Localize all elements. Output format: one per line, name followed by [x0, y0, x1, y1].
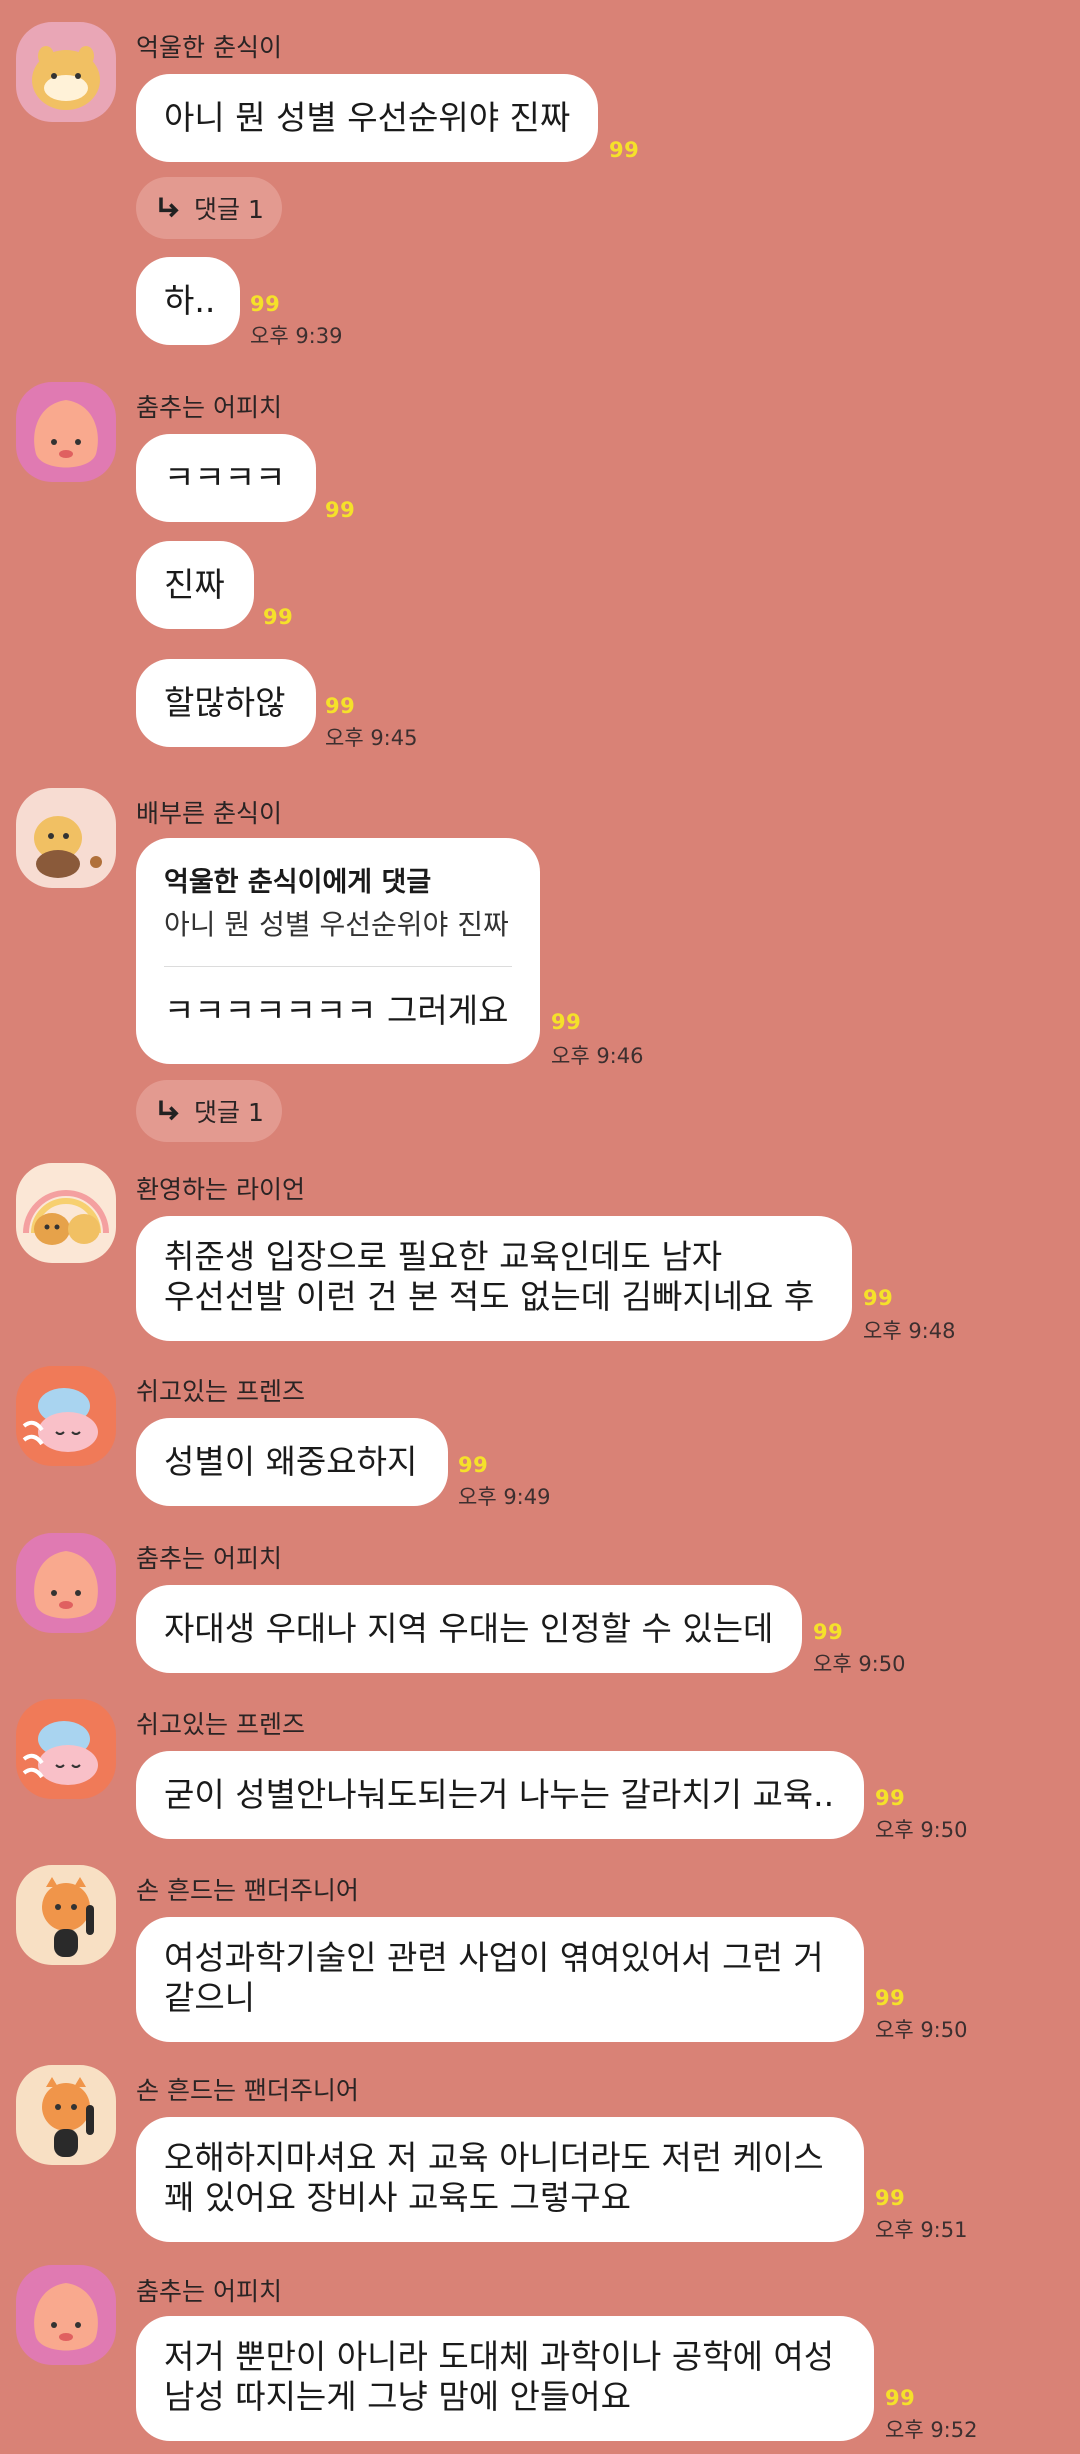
unread-count: 99 [875, 1986, 906, 2010]
choonsik-eating-avatar[interactable] [16, 788, 116, 888]
reply-arrow-icon [159, 1100, 179, 1121]
message-bubble[interactable]: 진짜 [136, 541, 254, 629]
message-time: 오후 9:48 [863, 1319, 956, 1343]
thread-count: 댓글 1 [194, 1098, 264, 1127]
message-time: 오후 9:46 [551, 1044, 644, 1068]
sender-name: 손 흔드는 팬더주니어 [136, 1876, 359, 1905]
apeach-avatar[interactable] [16, 382, 116, 482]
sender-name: 배부른 춘식이 [136, 799, 282, 828]
message-line: 저거 뿐만이 아니라 도대체 과학이나 공학에 여성 [164, 2337, 835, 2376]
sender-name: 춤추는 어피치 [136, 393, 282, 422]
apeach-avatar[interactable] [16, 1533, 116, 1633]
panda-junior-avatar[interactable] [16, 1865, 116, 1965]
message-bubble[interactable]: 성별이 왜중요하지 [136, 1418, 448, 1506]
message-line: 오해하지마셔요 저 교육 아니더라도 저런 케이스 [164, 2138, 824, 2177]
message-line: 우선선발 이런 건 본 적도 없는데 김빠지네요 후 [164, 1277, 815, 1316]
message-text: 굳이 성별안나눠도되는거 나누는 갈라치기 교육.. [164, 1775, 835, 1814]
message-text: 할많하않 [164, 683, 286, 722]
message-text: ㅋㅋㅋㅋㅋㅋㅋ 그러게요 [164, 991, 509, 1030]
message-line: 같으니 [164, 1978, 256, 2017]
message-bubble[interactable]: 여성과학기술인 관련 사업이 엮여있어서 그런 거 같으니 [136, 1917, 864, 2042]
message-bubble[interactable]: 오해하지마셔요 저 교육 아니더라도 저런 케이스 꽤 있어요 장비사 교육도 … [136, 2117, 864, 2242]
unread-count: 99 [863, 1286, 894, 1310]
unread-count: 99 [551, 1010, 582, 1034]
resting-friends-avatar[interactable] [16, 1699, 116, 1799]
choonsik-avatar[interactable] [16, 22, 116, 122]
message-bubble[interactable]: 아니 뭔 성별 우선순위야 진짜 [136, 74, 598, 162]
panda-junior-avatar[interactable] [16, 2065, 116, 2165]
unread-count: 99 [885, 2386, 916, 2410]
message-text: ㅋㅋㅋㅋ [164, 458, 286, 497]
thread-reply-button[interactable]: 댓글 1 [136, 177, 282, 239]
message-text: 자대생 우대나 지역 우대는 인정할 수 있는데 [164, 1609, 774, 1648]
reply-divider [164, 966, 512, 967]
sender-name: 춤추는 어피치 [136, 1544, 282, 1573]
message-line: 취준생 입장으로 필요한 교육인데도 남자 [164, 1237, 723, 1276]
message-text: 진짜 [164, 565, 225, 604]
message-bubble[interactable]: ㅋㅋㅋㅋ [136, 434, 316, 522]
thread-count: 댓글 1 [194, 195, 264, 224]
unread-count: 99 [458, 1453, 489, 1477]
reply-bubble[interactable]: 억울한 춘식이에게 댓글 아니 뭔 성별 우선순위야 진짜 ㅋㅋㅋㅋㅋㅋㅋ 그러… [136, 838, 540, 1064]
unread-count: 99 [875, 1786, 906, 1810]
message-bubble[interactable]: 저거 뿐만이 아니라 도대체 과학이나 공학에 여성 남성 따지는게 그냥 맘에… [136, 2316, 874, 2441]
sender-name: 억울한 춘식이 [136, 33, 282, 62]
message-time: 오후 9:50 [875, 2018, 968, 2042]
message-bubble[interactable]: 하.. [136, 257, 240, 345]
unread-count: 99 [875, 2186, 906, 2210]
message-text: 성별이 왜중요하지 [164, 1442, 418, 1481]
reply-title: 억울한 춘식이에게 댓글 [164, 867, 432, 898]
message-text: 아니 뭔 성별 우선순위야 진짜 [164, 98, 571, 137]
message-bubble[interactable]: 자대생 우대나 지역 우대는 인정할 수 있는데 [136, 1585, 802, 1673]
thread-reply-button[interactable]: 댓글 1 [136, 1080, 282, 1142]
sender-name: 쉬고있는 프렌즈 [136, 1377, 305, 1406]
message-time: 오후 9:45 [325, 726, 418, 750]
message-line: 여성과학기술인 관련 사업이 엮여있어서 그런 거 [164, 1938, 824, 1977]
sender-name: 손 흔드는 팬더주니어 [136, 2076, 359, 2105]
sender-name: 춤추는 어피치 [136, 2277, 282, 2306]
ryan-avatar[interactable] [16, 1163, 116, 1263]
unread-count: 99 [813, 1620, 844, 1644]
resting-friends-avatar[interactable] [16, 1366, 116, 1466]
message-time: 오후 9:50 [875, 1818, 968, 1842]
unread-count: 99 [250, 292, 281, 316]
message-time: 오후 9:50 [813, 1652, 906, 1676]
message-time: 오후 9:39 [250, 324, 343, 348]
unread-count: 99 [263, 605, 294, 629]
message-time: 오후 9:49 [458, 1485, 551, 1509]
message-time: 오후 9:51 [875, 2218, 968, 2242]
message-bubble[interactable]: 할많하않 [136, 659, 316, 747]
unread-count: 99 [609, 138, 640, 162]
message-bubble[interactable]: 취준생 입장으로 필요한 교육인데도 남자 우선선발 이런 건 본 적도 없는데… [136, 1216, 852, 1341]
message-text: 하.. [164, 281, 216, 320]
unread-count: 99 [325, 694, 356, 718]
unread-count: 99 [325, 498, 356, 522]
message-bubble[interactable]: 굳이 성별안나눠도되는거 나누는 갈라치기 교육.. [136, 1751, 864, 1839]
message-line: 꽤 있어요 장비사 교육도 그렇구요 [164, 2178, 631, 2217]
reply-arrow-icon [159, 197, 179, 218]
reply-quote: 아니 뭔 성별 우선순위야 진짜 [164, 908, 509, 941]
sender-name: 환영하는 라이언 [136, 1175, 305, 1204]
apeach-avatar[interactable] [16, 2265, 116, 2365]
message-time: 오후 9:52 [885, 2418, 978, 2442]
message-line: 남성 따지는게 그냥 맘에 안들어요 [164, 2377, 631, 2416]
sender-name: 쉬고있는 프렌즈 [136, 1710, 305, 1739]
